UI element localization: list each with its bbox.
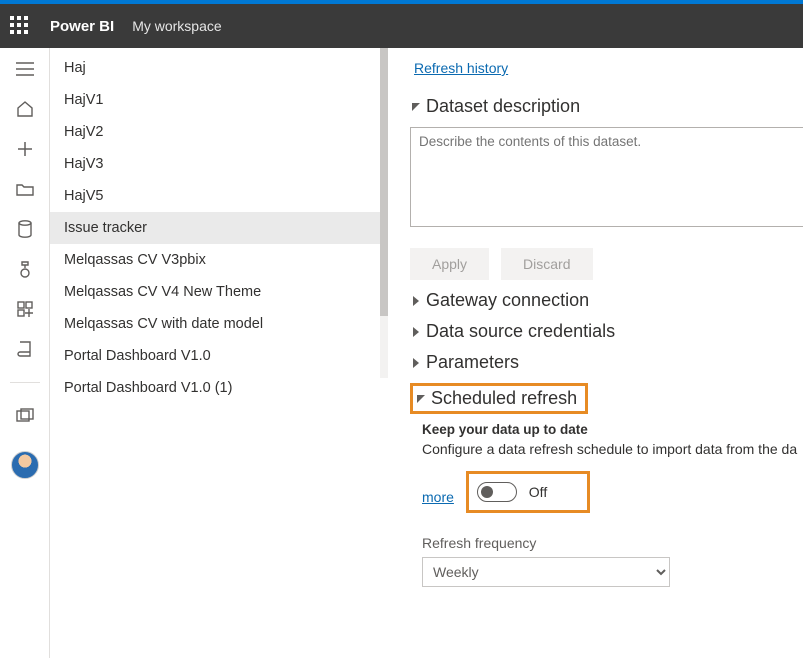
metrics-icon[interactable] <box>14 258 36 280</box>
apps-icon[interactable] <box>14 298 36 320</box>
brand-label: Power BI <box>50 18 114 35</box>
scheduled-refresh-toggle-highlight: Off <box>466 471 590 513</box>
list-item[interactable]: Issue tracker <box>50 212 388 244</box>
refresh-frequency-select[interactable]: Weekly <box>422 557 670 587</box>
list-item[interactable]: HajV2 <box>50 116 388 148</box>
section-title: Dataset description <box>426 96 580 117</box>
list-item[interactable]: Melqassas CV V3pbix <box>50 244 388 276</box>
breadcrumb[interactable]: My workspace <box>132 18 221 34</box>
keep-data-up-to-date-label: Keep your data up to date <box>422 422 803 437</box>
section-title: Parameters <box>426 352 519 373</box>
caret-right-icon <box>410 295 422 307</box>
caret-down-icon <box>415 393 427 405</box>
list-item[interactable]: Haj <box>50 52 388 84</box>
plus-icon[interactable] <box>14 138 36 160</box>
list-item[interactable]: HajV1 <box>50 84 388 116</box>
dataset-description-header[interactable]: Dataset description <box>410 96 803 117</box>
app-launcher-icon[interactable] <box>10 16 30 36</box>
learn-more-link[interactable]: more <box>422 489 454 505</box>
toggle-state-label: Off <box>529 484 547 500</box>
gateway-connection-header[interactable]: Gateway connection <box>410 290 803 311</box>
list-item[interactable]: Melqassas CV with date model <box>50 308 388 340</box>
learn-icon[interactable] <box>14 338 36 360</box>
menu-icon[interactable] <box>14 58 36 80</box>
caret-down-icon <box>410 101 422 113</box>
scrollbar-thumb[interactable] <box>380 48 388 316</box>
section-title: Data source credentials <box>426 321 615 342</box>
data-hub-icon[interactable] <box>14 218 36 240</box>
browse-icon[interactable] <box>14 178 36 200</box>
scheduled-refresh-header[interactable]: Scheduled refresh <box>415 388 577 409</box>
refresh-history-link[interactable]: Refresh history <box>414 60 508 76</box>
scheduled-refresh-toggle[interactable] <box>477 482 517 502</box>
list-item[interactable]: HajV5 <box>50 180 388 212</box>
section-title: Scheduled refresh <box>431 388 577 409</box>
caret-right-icon <box>410 357 422 369</box>
scheduled-refresh-highlight: Scheduled refresh <box>410 383 588 414</box>
left-nav <box>0 48 50 658</box>
list-item[interactable]: HajV3 <box>50 148 388 180</box>
apply-button[interactable]: Apply <box>410 248 489 280</box>
app-header: Power BI My workspace <box>0 4 803 48</box>
configure-description: Configure a data refresh schedule to imp… <box>422 441 803 457</box>
list-item[interactable]: Portal Dashboard V1.0 (1) <box>50 372 388 404</box>
discard-button[interactable]: Discard <box>501 248 592 280</box>
section-title: Gateway connection <box>426 290 589 311</box>
parameters-header[interactable]: Parameters <box>410 352 803 373</box>
refresh-frequency-label: Refresh frequency <box>422 535 803 551</box>
data-source-credentials-header[interactable]: Data source credentials <box>410 321 803 342</box>
list-item[interactable]: Portal Dashboard V1.0 <box>50 340 388 372</box>
dataset-description-input[interactable] <box>410 127 803 227</box>
list-item[interactable]: Melqassas CV V4 New Theme <box>50 276 388 308</box>
settings-panel: Refresh history Dataset description Appl… <box>388 48 803 658</box>
workspaces-icon[interactable] <box>14 405 36 427</box>
home-icon[interactable] <box>14 98 36 120</box>
caret-right-icon <box>410 326 422 338</box>
avatar[interactable] <box>11 451 39 479</box>
workspace-item-list: HajHajV1HajV2HajV3HajV5Issue trackerMelq… <box>50 48 388 658</box>
